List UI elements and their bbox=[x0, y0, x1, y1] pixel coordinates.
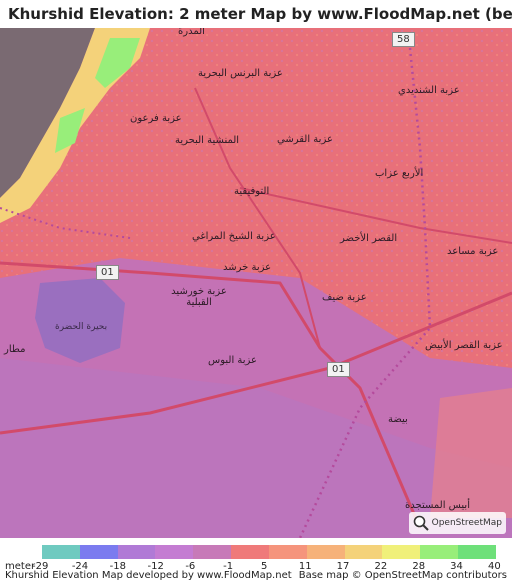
map-label-9: القصر الأخضر bbox=[340, 233, 398, 244]
legend-swatch-1 bbox=[79, 545, 118, 559]
map-label-11: عزبة مساعد bbox=[447, 246, 499, 257]
map-label-10: عزبة خرشد bbox=[223, 262, 272, 273]
map-label-4: المنشية البحرية bbox=[175, 135, 240, 146]
legend-swatch-8 bbox=[344, 545, 383, 559]
legend-swatch-2 bbox=[117, 545, 156, 559]
legend-swatches bbox=[42, 545, 496, 559]
footer-basemap: Base map © OpenStreetMap contributors bbox=[298, 570, 507, 581]
map-label-18: بيضة bbox=[388, 414, 408, 425]
legend-swatch-4 bbox=[193, 545, 232, 559]
map-label-7: التوفيقية bbox=[234, 186, 270, 197]
road-shield-58: 58 bbox=[392, 32, 415, 47]
map-label-16: عزبة القصر الأبيض bbox=[425, 340, 503, 351]
footer-credit: Khurshid Elevation Map developed by www.… bbox=[5, 570, 292, 581]
map-label-6: الأربع عزاب bbox=[375, 168, 424, 179]
osm-logo-text: OpenStreetMap bbox=[431, 518, 502, 528]
legend-swatch-6 bbox=[268, 545, 307, 559]
legend-swatch-7 bbox=[306, 545, 345, 559]
road-shield-01-east: 01 bbox=[327, 362, 350, 377]
legend: meter -29 -24 -18 -12 -6 -1 5 11 17 22 28 34 40 Khurs… bbox=[0, 538, 512, 582]
legend-swatch-0 bbox=[42, 545, 80, 559]
osm-logo[interactable]: OpenStreetMap bbox=[408, 512, 506, 534]
map-label-8: عزبة الشيخ المراغي bbox=[192, 231, 276, 242]
urban-zone bbox=[430, 388, 512, 518]
map-label-17: عزبة البوس bbox=[208, 355, 258, 366]
legend-swatch-11 bbox=[458, 545, 496, 559]
legend-swatch-5 bbox=[231, 545, 269, 559]
map-label-2: عزبة الشنديدي bbox=[398, 85, 460, 96]
map-label-5: عزبة القرشي bbox=[277, 134, 333, 145]
map-label-14: بحيرة الحضرة bbox=[55, 322, 108, 332]
map-label-13: عزبة خورشيد القبلية bbox=[171, 286, 227, 308]
map-canvas bbox=[0, 28, 512, 538]
road-shield-01: 01 bbox=[96, 265, 119, 280]
title-bar: Khurshid Elevation: 2 meter Map by www.F… bbox=[0, 0, 512, 28]
map-label-0: المدرة bbox=[178, 28, 205, 37]
map-label-12: عزبة ضيف bbox=[322, 292, 367, 303]
page-title: Khurshid Elevation: 2 meter Map by www.F… bbox=[8, 5, 512, 23]
map-label-19: أبيس المستجدة bbox=[405, 500, 470, 511]
map-label-1: عزبة البرنس البحرية bbox=[198, 68, 283, 79]
legend-swatch-3 bbox=[155, 545, 194, 559]
elevation-map[interactable]: المدرة عزبة البرنس البحرية عزبة الشنديدي… bbox=[0, 28, 512, 538]
magnifier-icon bbox=[413, 515, 429, 531]
legend-swatch-9 bbox=[382, 545, 421, 559]
legend-swatch-10 bbox=[420, 545, 459, 559]
map-label-15: مطار bbox=[4, 344, 26, 355]
map-label-3: عزبة فرعون bbox=[130, 113, 182, 124]
